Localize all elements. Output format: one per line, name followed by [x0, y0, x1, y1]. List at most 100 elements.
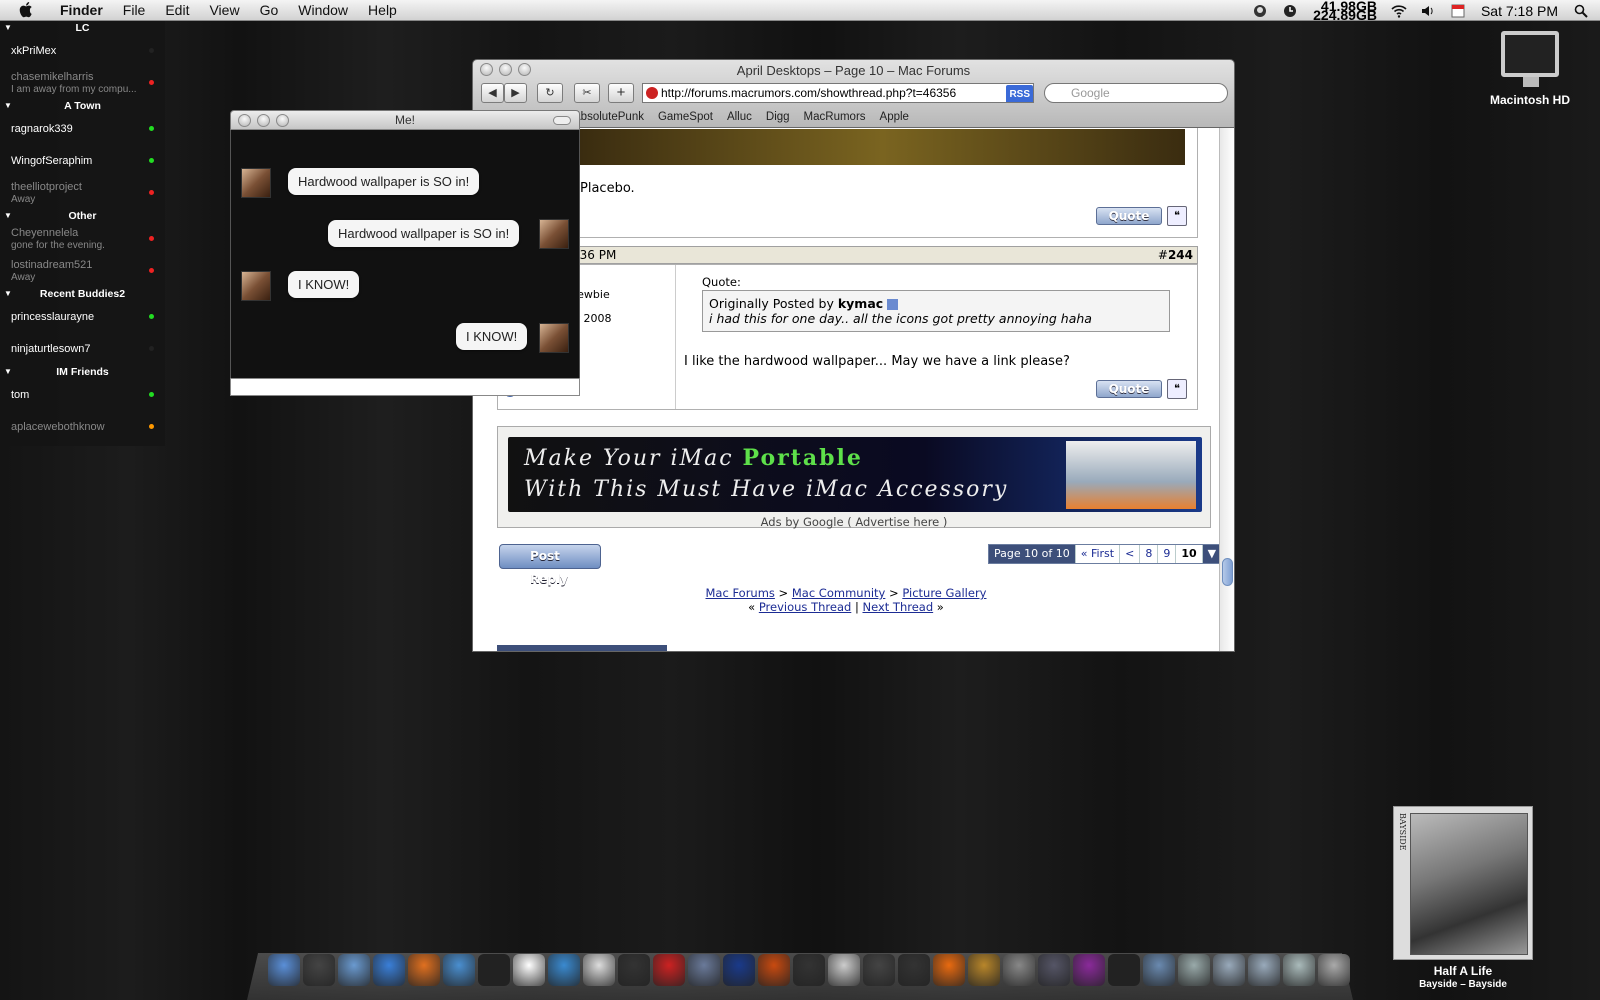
page-prev[interactable]: <	[1120, 545, 1141, 563]
buddy-row[interactable]: lostinadream521 Away	[0, 255, 165, 287]
ad-banner[interactable]: Make Your iMac Portable With This Must H…	[508, 437, 1202, 512]
guitar-icon[interactable]	[968, 954, 1000, 986]
scrollbar-thumb[interactable]	[1222, 558, 1233, 586]
applications-folder-icon[interactable]	[1143, 954, 1175, 986]
bookmark-apple[interactable]: Apple	[880, 111, 909, 123]
menu-app-name[interactable]: Finder	[60, 2, 103, 18]
disclosure-triangle-icon[interactable]: ▼	[4, 365, 12, 379]
webclip-button[interactable]: ✂	[574, 83, 600, 103]
chat-message-input[interactable]	[230, 378, 580, 396]
chat-minimize-button[interactable]	[257, 114, 270, 127]
photoshop-icon[interactable]	[723, 954, 755, 986]
ichat-icon[interactable]	[443, 954, 475, 986]
apple-menu-icon[interactable]	[16, 2, 38, 18]
disclosure-triangle-icon[interactable]: ▼	[4, 209, 12, 223]
page-first[interactable]: « First	[1076, 545, 1121, 563]
crumb-mac-community[interactable]: Mac Community	[792, 586, 886, 600]
buddy-row[interactable]: xkPriMex	[0, 35, 165, 67]
finder-icon[interactable]	[268, 954, 300, 986]
bridge-icon[interactable]	[758, 954, 790, 986]
bookmark-absolutepunk[interactable]: AbsolutePunk	[573, 111, 644, 123]
aperture-icon[interactable]	[793, 954, 825, 986]
bookmark-digg[interactable]: Digg	[766, 111, 790, 123]
google-search-field[interactable]: Google	[1044, 83, 1228, 103]
bookmark-macrumors[interactable]: MacRumors	[804, 111, 866, 123]
font-book-icon[interactable]	[1073, 954, 1105, 986]
buddy-group-header[interactable]: ▼ IM Friends	[0, 365, 165, 379]
buddy-row[interactable]: Cheyennelela gone for the evening.	[0, 223, 165, 255]
disclosure-triangle-icon[interactable]: ▼	[4, 21, 12, 35]
bookmark-gamespot[interactable]: GameSpot	[658, 111, 713, 123]
spotlight-icon[interactable]	[1574, 4, 1588, 18]
system-prefs-icon[interactable]	[1003, 954, 1035, 986]
dashboard-icon[interactable]	[303, 954, 335, 986]
user-folder-icon[interactable]	[1283, 954, 1315, 986]
disclosure-triangle-icon[interactable]: ▼	[4, 287, 12, 301]
album-artwork[interactable]: BAYSIDE	[1393, 806, 1533, 960]
next-thread-link[interactable]: Next Thread	[862, 600, 933, 614]
multiquote-icon[interactable]: ❝	[1167, 206, 1187, 226]
buddy-row[interactable]: tom	[0, 379, 165, 411]
wifi-icon[interactable]	[1391, 4, 1407, 18]
toolbar-toggle-button[interactable]	[553, 116, 571, 125]
ad-footer[interactable]: Ads by Google ( Advertise here )	[498, 515, 1210, 529]
volume-icon[interactable]	[1421, 4, 1435, 18]
buddy-row[interactable]: ninjaturtlesown7	[0, 333, 165, 365]
buddy-group-header[interactable]: ▼ Other	[0, 209, 165, 223]
trash-icon[interactable]	[1318, 954, 1350, 986]
chess-icon[interactable]	[618, 954, 650, 986]
quote-button-243[interactable]: Quote	[1096, 207, 1162, 225]
time-machine-icon[interactable]	[1038, 954, 1070, 986]
ichat-status-icon[interactable]	[1253, 4, 1267, 18]
post-number[interactable]: 244	[1168, 248, 1193, 262]
disclosure-triangle-icon[interactable]: ▼	[4, 99, 12, 113]
previous-thread-link[interactable]: Previous Thread	[759, 600, 851, 614]
buddy-row[interactable]: ragnarok339	[0, 113, 165, 145]
vertical-scrollbar[interactable]	[1219, 128, 1234, 651]
multiquote-icon[interactable]: ❝	[1167, 379, 1187, 399]
rss-button[interactable]: RSS	[1006, 85, 1033, 102]
menu-view[interactable]: View	[209, 2, 239, 18]
safari-icon[interactable]	[373, 954, 405, 986]
menu-help[interactable]: Help	[368, 2, 397, 18]
pictures-folder-icon[interactable]	[1248, 954, 1280, 986]
buddy-group-header[interactable]: ▼ Recent Buddies2	[0, 287, 165, 301]
colloquy-icon[interactable]	[478, 954, 510, 986]
iphoto-icon[interactable]	[688, 954, 720, 986]
itunes-icon[interactable]	[548, 954, 580, 986]
buddy-row[interactable]: chasemikelharris I am away from my compu.…	[0, 67, 165, 99]
post-reply-button[interactable]: Post Reply	[499, 544, 601, 586]
terminal-icon[interactable]	[1108, 954, 1140, 986]
buddy-row[interactable]: aplacewebothknow	[0, 411, 165, 443]
ical-icon[interactable]	[513, 954, 545, 986]
crumb-picture-gallery[interactable]: Picture Gallery	[902, 586, 986, 600]
menu-go[interactable]: Go	[260, 2, 279, 18]
menu-file[interactable]: File	[123, 2, 146, 18]
crumb-mac-forums[interactable]: Mac Forums	[706, 586, 775, 600]
buddy-row[interactable]: WingofSeraphim	[0, 145, 165, 177]
reload-button[interactable]: ↻	[537, 83, 563, 103]
page-9[interactable]: 9	[1158, 545, 1177, 563]
downloads-folder-icon[interactable]	[1178, 954, 1210, 986]
menubar-clock[interactable]: Sat 7:18 PM	[1481, 3, 1558, 19]
buddy-group-header[interactable]: ▼ A Town	[0, 99, 165, 113]
menu-window[interactable]: Window	[298, 2, 348, 18]
back-button[interactable]: ◀	[481, 83, 504, 103]
quote-button-244[interactable]: Quote	[1096, 380, 1162, 398]
menu-edit[interactable]: Edit	[165, 2, 189, 18]
chat-close-button[interactable]	[238, 114, 251, 127]
buddy-row[interactable]: princesslaurayne	[0, 301, 165, 333]
add-bookmark-button[interactable]: +	[608, 83, 634, 103]
imovie-icon[interactable]	[863, 954, 895, 986]
bookmark-alluc[interactable]: Alluc	[727, 111, 752, 123]
buddy-group-header[interactable]: ▼ LC	[0, 21, 165, 35]
buddy-row[interactable]: theelliotproject Away	[0, 177, 165, 209]
preview-thumb-icon[interactable]	[898, 954, 930, 986]
vlc-icon[interactable]	[933, 954, 965, 986]
address-bar[interactable]: http://forums.macrumors.com/showthread.p…	[642, 83, 1034, 103]
firefox-icon[interactable]	[408, 954, 440, 986]
tunnelblick-icon[interactable]	[583, 954, 615, 986]
photobooth-icon[interactable]	[653, 954, 685, 986]
view-post-arrow-icon[interactable]	[887, 299, 899, 310]
documents-folder-icon[interactable]	[1213, 954, 1245, 986]
